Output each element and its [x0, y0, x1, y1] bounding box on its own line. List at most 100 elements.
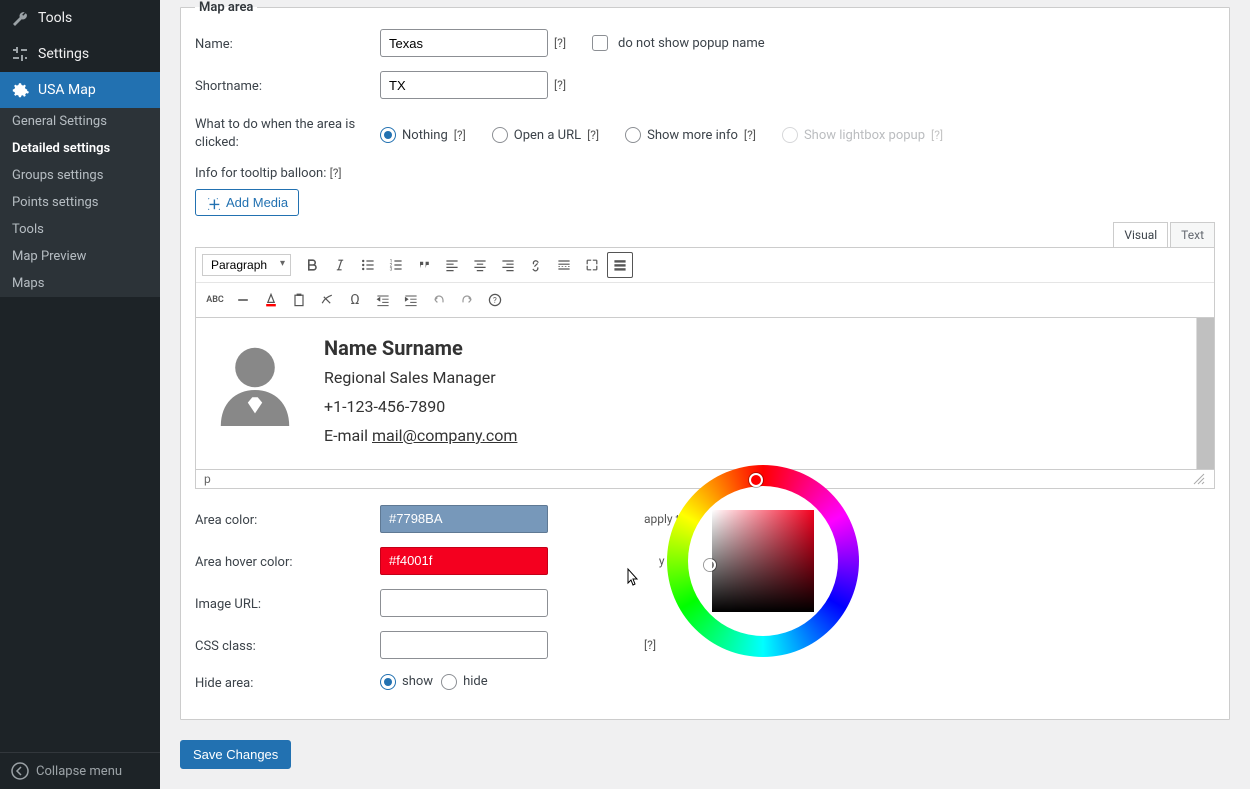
radio-show-more[interactable]: Show more info [?] [625, 127, 756, 143]
shortname-help[interactable]: [?] [554, 78, 566, 92]
hover-color-input[interactable] [380, 547, 548, 575]
radio-label: Open a URL [514, 128, 581, 143]
radio-help[interactable]: [?] [744, 128, 756, 142]
sub-points[interactable]: Points settings [0, 189, 160, 216]
radio-nothing[interactable]: Nothing [?] [380, 127, 466, 143]
read-more-icon[interactable] [551, 252, 577, 278]
collapse-label: Collapse menu [36, 764, 122, 779]
image-url-input[interactable] [380, 589, 548, 617]
paragraph-select[interactable]: Paragraph [202, 254, 291, 276]
quote-icon[interactable] [411, 252, 437, 278]
shortname-input[interactable] [380, 71, 548, 99]
radio-icon [380, 127, 396, 143]
sliders-icon [10, 44, 30, 64]
sub-general[interactable]: General Settings [0, 108, 160, 135]
sub-maps[interactable]: Maps [0, 270, 160, 297]
collapse-menu[interactable]: Collapse menu [0, 752, 160, 789]
sub-tools[interactable]: Tools [0, 216, 160, 243]
sub-groups[interactable]: Groups settings [0, 162, 160, 189]
click-label: What to do when the area is clicked: [195, 113, 380, 152]
gear-icon [10, 80, 30, 100]
sidebar-label: Tools [38, 10, 72, 26]
area-color-input[interactable] [380, 505, 548, 533]
content-area: Map area Name: [?] do not show popup nam… [160, 0, 1250, 789]
bold-icon[interactable] [299, 252, 325, 278]
sidebar-item-tools[interactable]: Tools [0, 0, 160, 36]
radio-open-url[interactable]: Open a URL [?] [492, 127, 599, 143]
person-title: Regional Sales Manager [324, 364, 517, 393]
fullscreen-icon[interactable] [579, 252, 605, 278]
sub-preview[interactable]: Map Preview [0, 243, 160, 270]
redo-icon[interactable] [454, 287, 480, 313]
name-help[interactable]: [?] [554, 36, 566, 50]
box-title: Map area [195, 0, 257, 15]
sidebar-item-usa-map[interactable]: USA Map [0, 72, 160, 108]
image-url-label: Image URL: [195, 594, 380, 612]
text-color-icon[interactable] [258, 287, 284, 313]
tooltip-label: Info for tooltip balloon: [195, 166, 326, 181]
css-class-input[interactable] [380, 631, 548, 659]
resize-grip-icon[interactable] [1192, 472, 1206, 486]
admin-sidebar: Tools Settings USA Map General Settings … [0, 0, 160, 789]
radio-lightbox: Show lightbox popup [?] [782, 127, 943, 143]
name-input[interactable] [380, 29, 548, 57]
hr-icon[interactable] [230, 287, 256, 313]
align-right-icon[interactable] [495, 252, 521, 278]
editor-toolbar: Paragraph 123 [195, 247, 1215, 318]
satval-square[interactable] [712, 510, 814, 612]
radio-show[interactable]: show [380, 674, 433, 690]
svg-text:?: ? [493, 297, 497, 306]
person-phone: +1-123-456-7890 [324, 393, 517, 422]
tooltip-help[interactable]: [?] [330, 166, 342, 180]
radio-icon [380, 674, 396, 690]
sidebar-submenu: General Settings Detailed settings Group… [0, 108, 160, 297]
undo-icon[interactable] [426, 287, 452, 313]
radio-help[interactable]: [?] [587, 128, 599, 142]
add-media-button[interactable]: Add Media [195, 189, 299, 216]
indent-icon[interactable] [398, 287, 424, 313]
email-link[interactable]: mail@company.com [372, 426, 517, 445]
no-popup-label: do not show popup name [618, 36, 765, 51]
radio-label: show [402, 674, 433, 689]
radio-help: [?] [931, 128, 943, 142]
paste-icon[interactable] [286, 287, 312, 313]
align-center-icon[interactable] [467, 252, 493, 278]
save-button[interactable]: Save Changes [180, 740, 291, 769]
italic-icon[interactable] [327, 252, 353, 278]
no-popup-checkbox[interactable] [592, 35, 608, 51]
clear-format-icon[interactable] [314, 287, 340, 313]
editor-content[interactable]: Name Surname Regional Sales Manager +1-1… [196, 318, 1196, 468]
radio-icon [441, 674, 457, 690]
avatar-icon [210, 336, 300, 444]
editor-scrollbar[interactable] [1196, 318, 1214, 468]
wrench-icon [10, 8, 30, 28]
hide-label: Hide area: [195, 673, 380, 691]
satval-handle[interactable] [704, 559, 716, 571]
help-icon[interactable]: ? [482, 287, 508, 313]
link-icon[interactable] [523, 252, 549, 278]
radio-label: Nothing [402, 128, 448, 143]
toolbar-toggle-icon[interactable] [607, 252, 633, 278]
tab-text[interactable]: Text [1170, 222, 1215, 247]
css-class-label: CSS class: [195, 636, 380, 654]
tab-visual[interactable]: Visual [1113, 222, 1168, 247]
sidebar-label: USA Map [38, 82, 96, 98]
sidebar-item-settings[interactable]: Settings [0, 36, 160, 72]
radio-icon [782, 127, 798, 143]
editor-status-path: p [204, 472, 211, 486]
radio-hide[interactable]: hide [441, 674, 488, 690]
color-picker[interactable] [667, 465, 859, 665]
numbered-list-icon[interactable]: 123 [383, 252, 409, 278]
sidebar-label: Settings [38, 46, 89, 62]
align-left-icon[interactable] [439, 252, 465, 278]
outdent-icon[interactable] [370, 287, 396, 313]
strike-icon[interactable]: ABC [202, 287, 228, 313]
sub-detailed[interactable]: Detailed settings [0, 135, 160, 162]
hue-handle[interactable] [749, 473, 763, 487]
css-class-help[interactable]: [?] [644, 638, 656, 652]
radio-label: hide [463, 674, 488, 689]
radio-help[interactable]: [?] [454, 128, 466, 142]
special-char-icon[interactable]: Ω [342, 287, 368, 313]
bullet-list-icon[interactable] [355, 252, 381, 278]
radio-label: Show more info [647, 128, 738, 143]
